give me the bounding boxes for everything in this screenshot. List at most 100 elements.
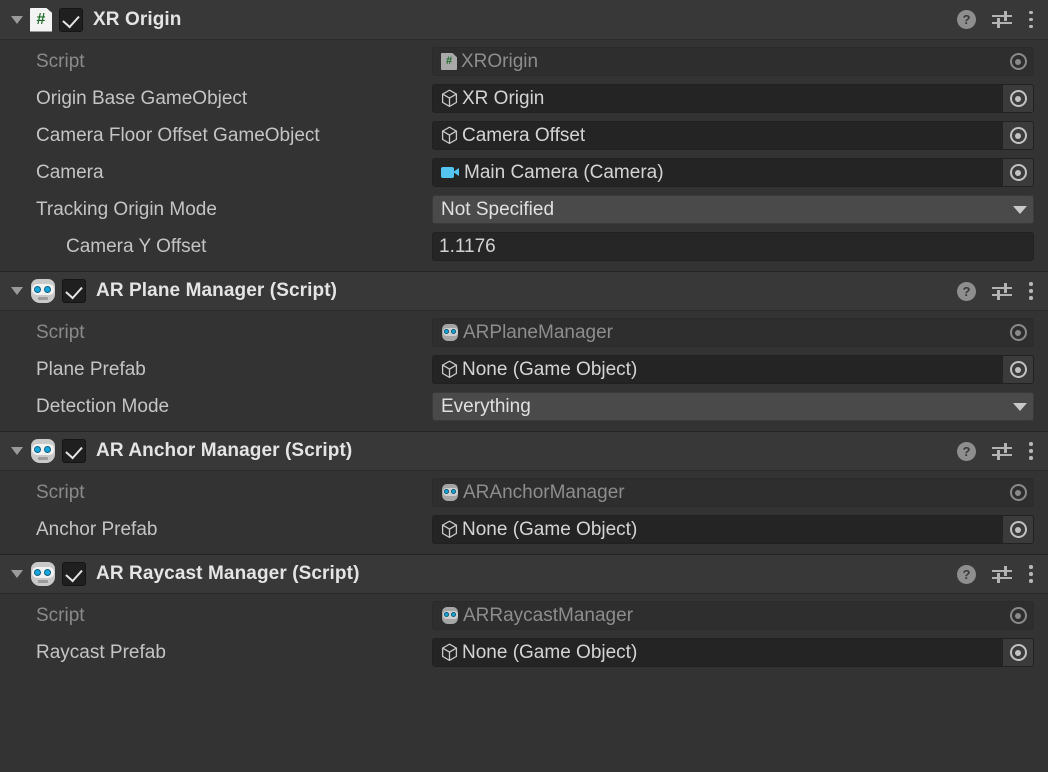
ar-foundation-icon <box>30 439 56 463</box>
gameobject-cube-icon <box>441 360 458 379</box>
property-row: Tracking Origin ModeNot Specified <box>0 191 1048 228</box>
component-header-ar-anchor-manager[interactable]: AR Anchor Manager (Script)? <box>0 431 1048 471</box>
property-row: Script ARPlaneManager <box>0 314 1048 351</box>
object-field[interactable]: None (Game Object) <box>432 515 1034 544</box>
dropdown-field[interactable]: Not Specified <box>432 195 1034 224</box>
component-header-tools: ? <box>957 281 1038 301</box>
object-picker-button[interactable] <box>1003 639 1033 666</box>
object-field-value: ARAnchorManager <box>459 482 625 504</box>
property-label: Plane Prefab <box>0 359 432 381</box>
preset-sliders-icon[interactable] <box>992 282 1012 301</box>
ar-foundation-icon <box>30 279 56 303</box>
object-picker-button <box>1003 479 1033 506</box>
dropdown-field[interactable]: Everything <box>432 392 1034 421</box>
object-field[interactable]: Camera Offset <box>432 121 1034 150</box>
property-row: Origin Base GameObject XR Origin <box>0 80 1048 117</box>
help-icon[interactable]: ? <box>957 10 976 29</box>
chevron-down-icon[interactable] <box>1007 403 1033 411</box>
property-label: Camera Floor Offset GameObject <box>0 125 432 147</box>
object-field-icon <box>441 324 459 341</box>
ar-foundation-icon <box>441 484 459 501</box>
object-field-value: None (Game Object) <box>458 519 637 541</box>
object-field-value: Main Camera (Camera) <box>460 162 664 184</box>
object-picker-button[interactable] <box>1003 159 1033 186</box>
object-field-icon <box>441 520 458 539</box>
object-picker-button[interactable] <box>1003 85 1033 112</box>
dropdown-selected-value: Not Specified <box>433 199 554 221</box>
preset-sliders-icon[interactable] <box>992 565 1012 584</box>
property-row: Script ARAnchorManager <box>0 474 1048 511</box>
camera-icon <box>441 166 460 179</box>
object-field[interactable]: None (Game Object) <box>432 355 1034 384</box>
component-body-ar-plane-manager: Script ARPlaneManager Plane PrefabNone (Ga… <box>0 311 1048 431</box>
component-header-ar-plane-manager[interactable]: AR Plane Manager (Script)? <box>0 271 1048 311</box>
object-picker-button[interactable] <box>1003 516 1033 543</box>
object-picker-button <box>1003 48 1033 75</box>
kebab-menu-icon[interactable] <box>1028 10 1034 30</box>
kebab-menu-icon[interactable] <box>1028 281 1034 301</box>
foldout-triangle-icon[interactable] <box>8 282 26 300</box>
component-enable-checkbox[interactable] <box>62 562 86 586</box>
object-field-icon <box>441 126 458 145</box>
property-label: Script <box>0 51 432 73</box>
property-label: Tracking Origin Mode <box>0 199 432 221</box>
preset-sliders-icon[interactable] <box>992 10 1012 29</box>
object-field-icon <box>441 607 459 624</box>
property-row: ScriptARRaycastManager <box>0 597 1048 634</box>
number-input[interactable]: 1.1176 <box>432 232 1034 261</box>
component-title: AR Raycast Manager (Script) <box>96 563 360 585</box>
ar-foundation-icon <box>441 324 459 341</box>
property-label: Script <box>0 482 432 504</box>
component-body-ar-anchor-manager: Script ARAnchorManager Anchor PrefabNone (… <box>0 471 1048 554</box>
object-field-value: XR Origin <box>458 88 544 110</box>
property-row: Camera Main Camera (Camera) <box>0 154 1048 191</box>
property-row: Camera Y Offset1.1176 <box>0 228 1048 265</box>
help-icon[interactable]: ? <box>957 282 976 301</box>
component-title: AR Anchor Manager (Script) <box>96 440 352 462</box>
object-picker-button[interactable] <box>1003 356 1033 383</box>
help-icon[interactable]: ? <box>957 442 976 461</box>
object-field-icon <box>441 643 458 662</box>
object-field-value: ARRaycastManager <box>459 605 633 627</box>
number-input-value: 1.1176 <box>433 236 496 258</box>
preset-sliders-icon[interactable] <box>992 442 1012 461</box>
object-field: #XROrigin <box>432 47 1034 76</box>
object-field[interactable]: None (Game Object) <box>432 638 1034 667</box>
component-enable-checkbox[interactable] <box>62 279 86 303</box>
kebab-menu-icon[interactable] <box>1028 441 1034 461</box>
component-header-tools: ? <box>957 441 1038 461</box>
property-row: Anchor PrefabNone (Game Object) <box>0 511 1048 548</box>
component-title: XR Origin <box>93 9 182 31</box>
foldout-triangle-icon[interactable] <box>8 442 26 460</box>
object-field-icon <box>441 89 458 108</box>
object-picker-button[interactable] <box>1003 122 1033 149</box>
component-header-xr-origin[interactable]: #XR Origin? <box>0 0 1048 40</box>
foldout-triangle-icon[interactable] <box>8 565 26 583</box>
object-field[interactable]: XR Origin <box>432 84 1034 113</box>
help-icon[interactable]: ? <box>957 565 976 584</box>
object-field: ARRaycastManager <box>432 601 1034 630</box>
property-label: Raycast Prefab <box>0 642 432 664</box>
component-header-tools: ? <box>957 564 1038 584</box>
property-row: Plane PrefabNone (Game Object) <box>0 351 1048 388</box>
cs-script-icon: # <box>441 53 457 70</box>
object-picker-button <box>1003 602 1033 629</box>
component-body-ar-raycast-manager: ScriptARRaycastManager Raycast PrefabNone… <box>0 594 1048 677</box>
object-field-icon <box>441 166 460 179</box>
foldout-triangle-icon[interactable] <box>8 11 26 29</box>
ar-foundation-icon <box>441 607 459 624</box>
component-enable-checkbox[interactable] <box>62 439 86 463</box>
object-field[interactable]: Main Camera (Camera) <box>432 158 1034 187</box>
object-field-icon <box>441 484 459 501</box>
object-field-value: XROrigin <box>457 51 538 73</box>
component-header-ar-raycast-manager[interactable]: AR Raycast Manager (Script)? <box>0 554 1048 594</box>
property-label: Script <box>0 322 432 344</box>
component-enable-checkbox[interactable] <box>59 8 83 32</box>
component-body-xr-origin: Script#XROriginOrigin Base GameObjectXR … <box>0 40 1048 271</box>
chevron-down-icon[interactable] <box>1007 206 1033 214</box>
property-label: Camera <box>0 162 432 184</box>
kebab-menu-icon[interactable] <box>1028 564 1034 584</box>
property-label: Origin Base GameObject <box>0 88 432 110</box>
property-label: Camera Y Offset <box>0 236 432 258</box>
object-field-value: ARPlaneManager <box>459 322 613 344</box>
